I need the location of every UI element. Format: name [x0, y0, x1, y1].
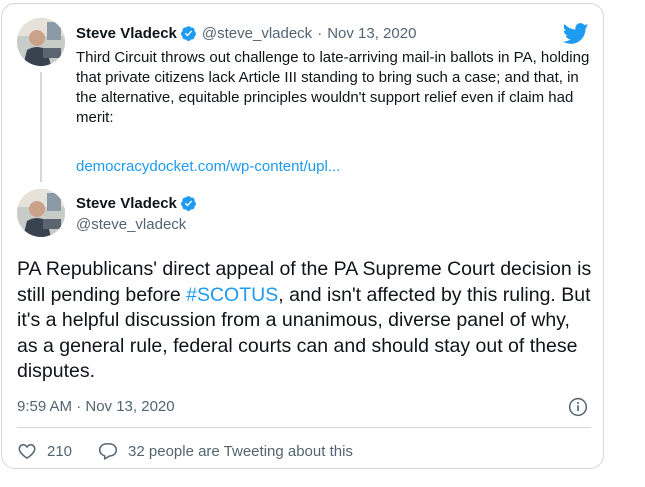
info-icon[interactable]: [568, 397, 588, 417]
main-tweet-author-row: Steve Vladeck: [76, 195, 202, 212]
tweet-timestamp[interactable]: 9:59 AM · Nov 13, 2020: [17, 398, 175, 415]
reply-button[interactable]: 32 people are Tweeting about this: [98, 441, 353, 461]
verified-badge-icon: [180, 196, 196, 211]
embedded-tweet-card: Steve Vladeck @steve_vladeck · Nov 13, 2…: [1, 3, 604, 469]
twitter-bird-icon[interactable]: [563, 23, 589, 45]
hashtag-link[interactable]: #SCOTUS: [186, 284, 278, 306]
avatar[interactable]: [17, 189, 65, 237]
verified-badge-icon: [180, 26, 196, 41]
divider: [17, 427, 591, 428]
reply-text: 32 people are Tweeting about this: [128, 442, 353, 460]
author-handle[interactable]: @steve_vladeck: [202, 25, 312, 42]
tweet-date[interactable]: Nov 13, 2020: [327, 25, 416, 42]
author-name[interactable]: Steve Vladeck: [76, 195, 177, 212]
heart-icon: [18, 444, 36, 459]
author-name[interactable]: Steve Vladeck: [76, 25, 177, 42]
reply-bubble-icon: [98, 443, 118, 460]
parent-tweet-header: Steve Vladeck @steve_vladeck · Nov 13, 2…: [76, 25, 416, 42]
avatar-photo-icon: [17, 189, 65, 237]
avatar[interactable]: [17, 18, 65, 66]
author-handle[interactable]: @steve_vladeck: [76, 216, 186, 233]
separator-dot: ·: [317, 25, 323, 42]
parent-tweet-text: Third Circuit throws out challenge to la…: [76, 49, 590, 126]
main-tweet-text: PA Republicans' direct appeal of the PA …: [17, 257, 592, 385]
avatar-photo-icon: [17, 18, 65, 66]
like-count: 210: [47, 442, 73, 460]
tweet-actions: 210 32 people are Tweeting about this: [17, 441, 353, 461]
like-button[interactable]: 210: [17, 441, 72, 461]
parent-tweet-link[interactable]: democracydocket.com/wp-content/upl...: [76, 157, 340, 177]
thread-connector-line: [40, 72, 42, 182]
